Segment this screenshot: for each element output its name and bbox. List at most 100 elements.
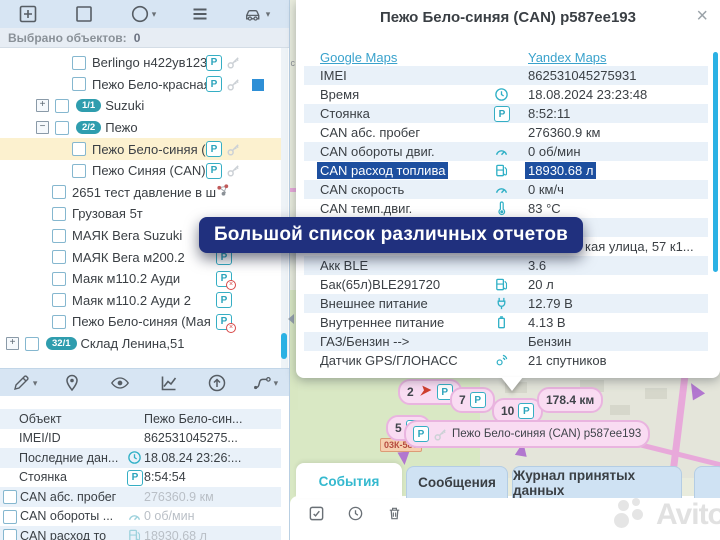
toolbar-select-area-square-button[interactable] — [56, 0, 112, 28]
select-area-circle-icon — [130, 4, 150, 24]
tree-item-11[interactable]: Маяк м110.2 Ауди 2P — [0, 290, 281, 312]
tree-item-checkbox[interactable] — [72, 164, 86, 178]
tree-item-1[interactable]: Пежо Бело-краснаяP — [0, 74, 281, 96]
info-row-checkbox[interactable] — [3, 490, 17, 504]
tree-item-13[interactable]: +32/1Склад Ленина,51 — [0, 333, 281, 355]
popup-row-3[interactable]: CAN абс. пробег276360.9 км — [304, 123, 708, 142]
tree-item-label: Пежо Синяя (CAN) с — [92, 163, 216, 178]
parking-icon: P — [216, 292, 232, 308]
popup-row-0[interactable]: IMEI862531045275931 — [304, 66, 708, 85]
tree-item-checkbox[interactable] — [25, 337, 39, 351]
tree-item-checkbox[interactable] — [72, 56, 86, 70]
tree-item-2[interactable]: +1/1Suzuki — [0, 95, 281, 117]
popup-title: Пежо Бело-синяя (CAN) p587ee193 — [296, 9, 720, 26]
tree-item-4[interactable]: Пежо Бело-синяя (СP — [0, 138, 281, 160]
collapse-icon[interactable]: − — [36, 121, 49, 134]
collapse-panel-arrow[interactable] — [288, 314, 294, 324]
map-marker-1[interactable]: 7P — [450, 387, 495, 413]
parking-icon: P — [206, 55, 222, 71]
popup-row-13[interactable]: Внутреннее питание4.13 В — [304, 313, 708, 332]
popup-row-label: Датчик GPS/ГЛОНАСС — [320, 353, 458, 368]
popup-row-label: IMEI — [320, 68, 347, 83]
info-row-checkbox[interactable] — [3, 510, 17, 524]
action-route-button[interactable]: ▾ — [242, 369, 288, 397]
action-visibility-eye-button[interactable] — [97, 369, 143, 397]
info-row-label: Последние дан... — [19, 451, 118, 465]
popup-scrollbar-thumb[interactable] — [713, 52, 718, 272]
toolbar-list-view-button[interactable] — [174, 0, 226, 28]
parking-icon: P — [127, 470, 142, 485]
tree-item-checkbox[interactable] — [52, 315, 66, 329]
tree-item-checkbox[interactable] — [52, 293, 66, 307]
popup-row-5[interactable]: CAN расход топлива18930.68 л — [304, 161, 708, 180]
popup-row-6[interactable]: CAN скорость0 км/ч — [304, 180, 708, 199]
info-row-value: 18930.68 л — [144, 529, 207, 540]
info-row-2[interactable]: Последние дан...18.08.24 23:26:... — [0, 448, 281, 468]
chevron-down-icon: ▾ — [266, 9, 271, 20]
tree-scrollbar[interactable] — [281, 48, 288, 368]
tree-item-checkbox[interactable] — [55, 99, 69, 113]
info-row-checkbox[interactable] — [3, 529, 17, 540]
toolbar-add-object-button[interactable] — [0, 0, 56, 28]
popup-row-10[interactable]: Акк BLE3.6 — [304, 256, 708, 275]
tree-item-icons: P× — [216, 271, 232, 287]
action-chart-button[interactable] — [146, 369, 192, 397]
action-location-pin-button[interactable] — [49, 369, 95, 397]
info-row-6[interactable]: CAN расход то18930.68 л — [0, 526, 281, 540]
delete-button[interactable] — [386, 505, 403, 527]
map-marker-3[interactable]: 178.4 км — [537, 387, 603, 413]
tab-События[interactable]: События — [296, 463, 402, 498]
info-row-4[interactable]: CAN абс. пробег276360.9 км — [0, 487, 281, 507]
close-icon[interactable]: × — [696, 6, 708, 26]
action-send-command-button[interactable] — [194, 369, 240, 397]
send-command-icon — [207, 373, 227, 393]
tree-item-10[interactable]: Маяк м110.2 АудиP× — [0, 268, 281, 290]
tree-item-checkbox[interactable] — [52, 185, 66, 199]
route-icon — [252, 373, 272, 393]
expand-icon[interactable]: + — [6, 337, 19, 350]
tree-item-icons: P — [216, 292, 232, 308]
info-row-3[interactable]: СтоянкаP8:54:54 — [0, 468, 281, 488]
tab-Сообщения[interactable]: Сообщения — [406, 466, 508, 498]
popup-row-7[interactable]: CAN темп.двиг.83 °C — [304, 199, 708, 218]
tree-item-6[interactable]: 2651 тест давление в ш — [0, 182, 281, 204]
share-icon — [216, 183, 231, 201]
popup-row-12[interactable]: Внешнее питание12.79 В — [304, 294, 708, 313]
popup-row-1[interactable]: Время18.08.2024 23:23:48 — [304, 85, 708, 104]
info-row-value: 276360.9 км — [144, 490, 214, 504]
tab-partial[interactable] — [694, 466, 720, 498]
popup-row-2[interactable]: СтоянкаP8:52:11 — [304, 104, 708, 123]
tree-item-label: Пежо — [105, 120, 137, 135]
toolbar-select-area-circle-button[interactable]: ▾ — [112, 0, 174, 28]
info-row-5[interactable]: CAN обороты ...0 об/мин — [0, 507, 281, 527]
popup-row-value: 18.08.2024 23:23:48 — [528, 87, 647, 102]
tree-item-checkbox[interactable] — [52, 250, 66, 264]
popup-row-14[interactable]: ГАЗ/Бензин -->Бензин — [304, 332, 708, 351]
action-edit-button[interactable]: ▾ — [1, 369, 47, 397]
tree-item-checkbox[interactable] — [72, 142, 86, 156]
tree-scrollbar-thumb[interactable] — [281, 333, 287, 359]
select-all-button[interactable] — [308, 505, 325, 527]
expand-icon[interactable]: + — [36, 99, 49, 112]
toolbar-vehicle-filter-button[interactable]: ▾ — [226, 0, 288, 28]
map-marker-5[interactable]: PПежо Бело-синяя (CAN) p587ee193 — [404, 420, 650, 448]
popup-row-value: кая улица, 57 к1... — [585, 239, 694, 254]
info-row-1[interactable]: IMEI/ID862531045275... — [0, 429, 281, 449]
google-maps-link[interactable]: Google Maps — [320, 50, 397, 65]
tab-Журнал принятых данных[interactable]: Журнал принятых данных — [512, 466, 682, 498]
tree-item-checkbox[interactable] — [52, 207, 66, 221]
popup-row-15[interactable]: Датчик GPS/ГЛОНАСС21 спутников — [304, 351, 708, 370]
popup-row-11[interactable]: Бак(65л)BLE29172020 л — [304, 275, 708, 294]
tree-item-checkbox[interactable] — [55, 121, 69, 135]
tree-item-12[interactable]: Пежо Бело-синяя (МаяP× — [0, 311, 281, 333]
tree-item-3[interactable]: −2/2Пежо — [0, 117, 281, 139]
yandex-maps-link[interactable]: Yandex Maps — [528, 50, 607, 65]
tree-item-checkbox[interactable] — [52, 229, 66, 243]
time-filter-button[interactable] — [347, 505, 364, 527]
info-row-0[interactable]: ОбъектПежо Бело-син... — [0, 409, 281, 429]
popup-row-4[interactable]: CAN обороты двиг.0 об/мин — [304, 142, 708, 161]
tree-item-checkbox[interactable] — [72, 77, 86, 91]
tree-item-checkbox[interactable] — [52, 272, 66, 286]
tree-item-0[interactable]: Berlingo н422ув123P — [0, 52, 281, 74]
tree-item-5[interactable]: Пежо Синяя (CAN) сP — [0, 160, 281, 182]
